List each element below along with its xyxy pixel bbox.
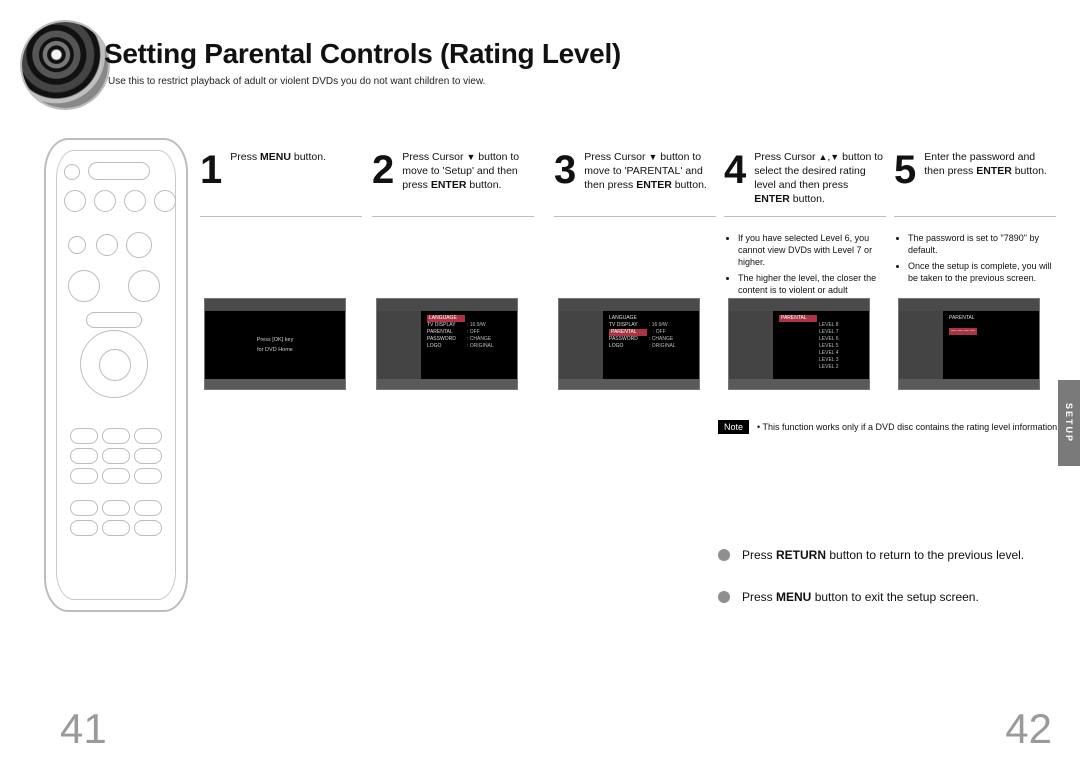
- step-5: 5 Enter the password and then press ENTE…: [894, 150, 1056, 293]
- remote-button: [124, 190, 146, 212]
- manual-spread: Setting Parental Controls (Rating Level)…: [0, 0, 1080, 763]
- remote-button: [88, 162, 150, 180]
- list-item: If you have selected Level 6, you cannot…: [738, 232, 884, 268]
- instruction-menu: Press MENU button to exit the setup scre…: [718, 590, 1058, 604]
- step-text: Press Cursor ▼ button to move to 'Setup'…: [402, 150, 534, 192]
- step-text: Press Cursor ▲,▼ button to select the de…: [754, 150, 886, 206]
- note-row: Note • This function works only if a DVD…: [718, 420, 1060, 434]
- osd-password-field: — — — —: [949, 328, 977, 335]
- step-number: 3: [554, 150, 576, 190]
- page-subtitle: Use this to restrict playback of adult o…: [108, 76, 485, 87]
- remote-button: [154, 190, 176, 212]
- remote-button: [102, 520, 130, 536]
- remote-button: [70, 500, 98, 516]
- remote-button: [70, 428, 98, 444]
- remote-button: [68, 270, 100, 302]
- page-title: Setting Parental Controls (Rating Level): [104, 38, 621, 70]
- note-text: • This function works only if a DVD disc…: [757, 422, 1060, 432]
- step-1: 1 Press MENU button. Press [OK] key for …: [200, 150, 362, 217]
- remote-button: [70, 468, 98, 484]
- osd-screenshot: LANGUAGETV DISPLAY: 16:9/WPARENTAL: OFFP…: [558, 298, 700, 390]
- remote-button: [102, 448, 130, 464]
- remote-button: [70, 520, 98, 536]
- osd-text: for DVD Home: [257, 347, 293, 353]
- remote-button: [64, 190, 86, 212]
- step-text: Enter the password and then press ENTER …: [924, 150, 1056, 178]
- page-number-right: 42: [1005, 705, 1052, 753]
- step-text: Press Cursor ▼ button to move to 'PARENT…: [584, 150, 716, 192]
- step-number: 4: [724, 150, 746, 190]
- step-number: 5: [894, 150, 916, 190]
- remote-button: [64, 164, 80, 180]
- remote-button: [96, 234, 118, 256]
- osd-screenshot: PARENTALLEVEL 8LEVEL 7LEVEL 6LEVEL 5LEVE…: [728, 298, 870, 390]
- step-2: 2 Press Cursor ▼ button to move to 'Setu…: [372, 150, 534, 217]
- remote-button: [134, 468, 162, 484]
- step-number: 1: [200, 150, 222, 190]
- remote-button: [128, 270, 160, 302]
- remote-button: [134, 448, 162, 464]
- step-bullets: If you have selected Level 6, you cannot…: [724, 226, 886, 308]
- osd-screenshot: Press [OK] key for DVD Home: [204, 298, 346, 390]
- remote-button: [134, 500, 162, 516]
- note-label: Note: [718, 420, 749, 434]
- osd-screenshot: LANGUAGETV DISPLAY: 16:9/WPARENTAL: OFFP…: [376, 298, 518, 390]
- remote-button: [102, 468, 130, 484]
- remote-button: [70, 448, 98, 464]
- remote-button: [134, 428, 162, 444]
- step-text: Press MENU button.: [230, 150, 326, 164]
- osd-screenshot: PARENTAL — — — —: [898, 298, 1040, 390]
- step-4: 4 Press Cursor ▲,▼ button to select the …: [724, 150, 886, 317]
- remote-nav-ring: [80, 330, 148, 398]
- remote-button: [134, 520, 162, 536]
- remote-button: [102, 500, 130, 516]
- remote-illustration: [44, 138, 188, 612]
- bullet-icon: [718, 591, 730, 603]
- remote-button: [68, 236, 86, 254]
- speaker-icon: [22, 22, 108, 108]
- section-tab-setup: SETUP: [1058, 380, 1080, 466]
- step-3: 3 Press Cursor ▼ button to move to 'PARE…: [554, 150, 716, 217]
- remote-button: [94, 190, 116, 212]
- remote-button: [126, 232, 152, 258]
- list-item: Once the setup is complete, you will be …: [908, 260, 1054, 284]
- instruction-text: Press RETURN button to return to the pre…: [742, 548, 1024, 562]
- page-number-left: 41: [60, 705, 107, 753]
- steps-row: 1 Press MENU button. Press [OK] key for …: [200, 150, 1060, 400]
- step-bullets: The password is set to "7890" by default…: [894, 226, 1056, 284]
- bullet-icon: [718, 549, 730, 561]
- step-number: 2: [372, 150, 394, 190]
- list-item: The password is set to "7890" by default…: [908, 232, 1054, 256]
- osd-text: Press [OK] key: [257, 337, 294, 343]
- remote-button: [102, 428, 130, 444]
- instruction-text: Press MENU button to exit the setup scre…: [742, 590, 979, 604]
- instruction-return: Press RETURN button to return to the pre…: [718, 548, 1058, 562]
- remote-menu-button: [86, 312, 142, 328]
